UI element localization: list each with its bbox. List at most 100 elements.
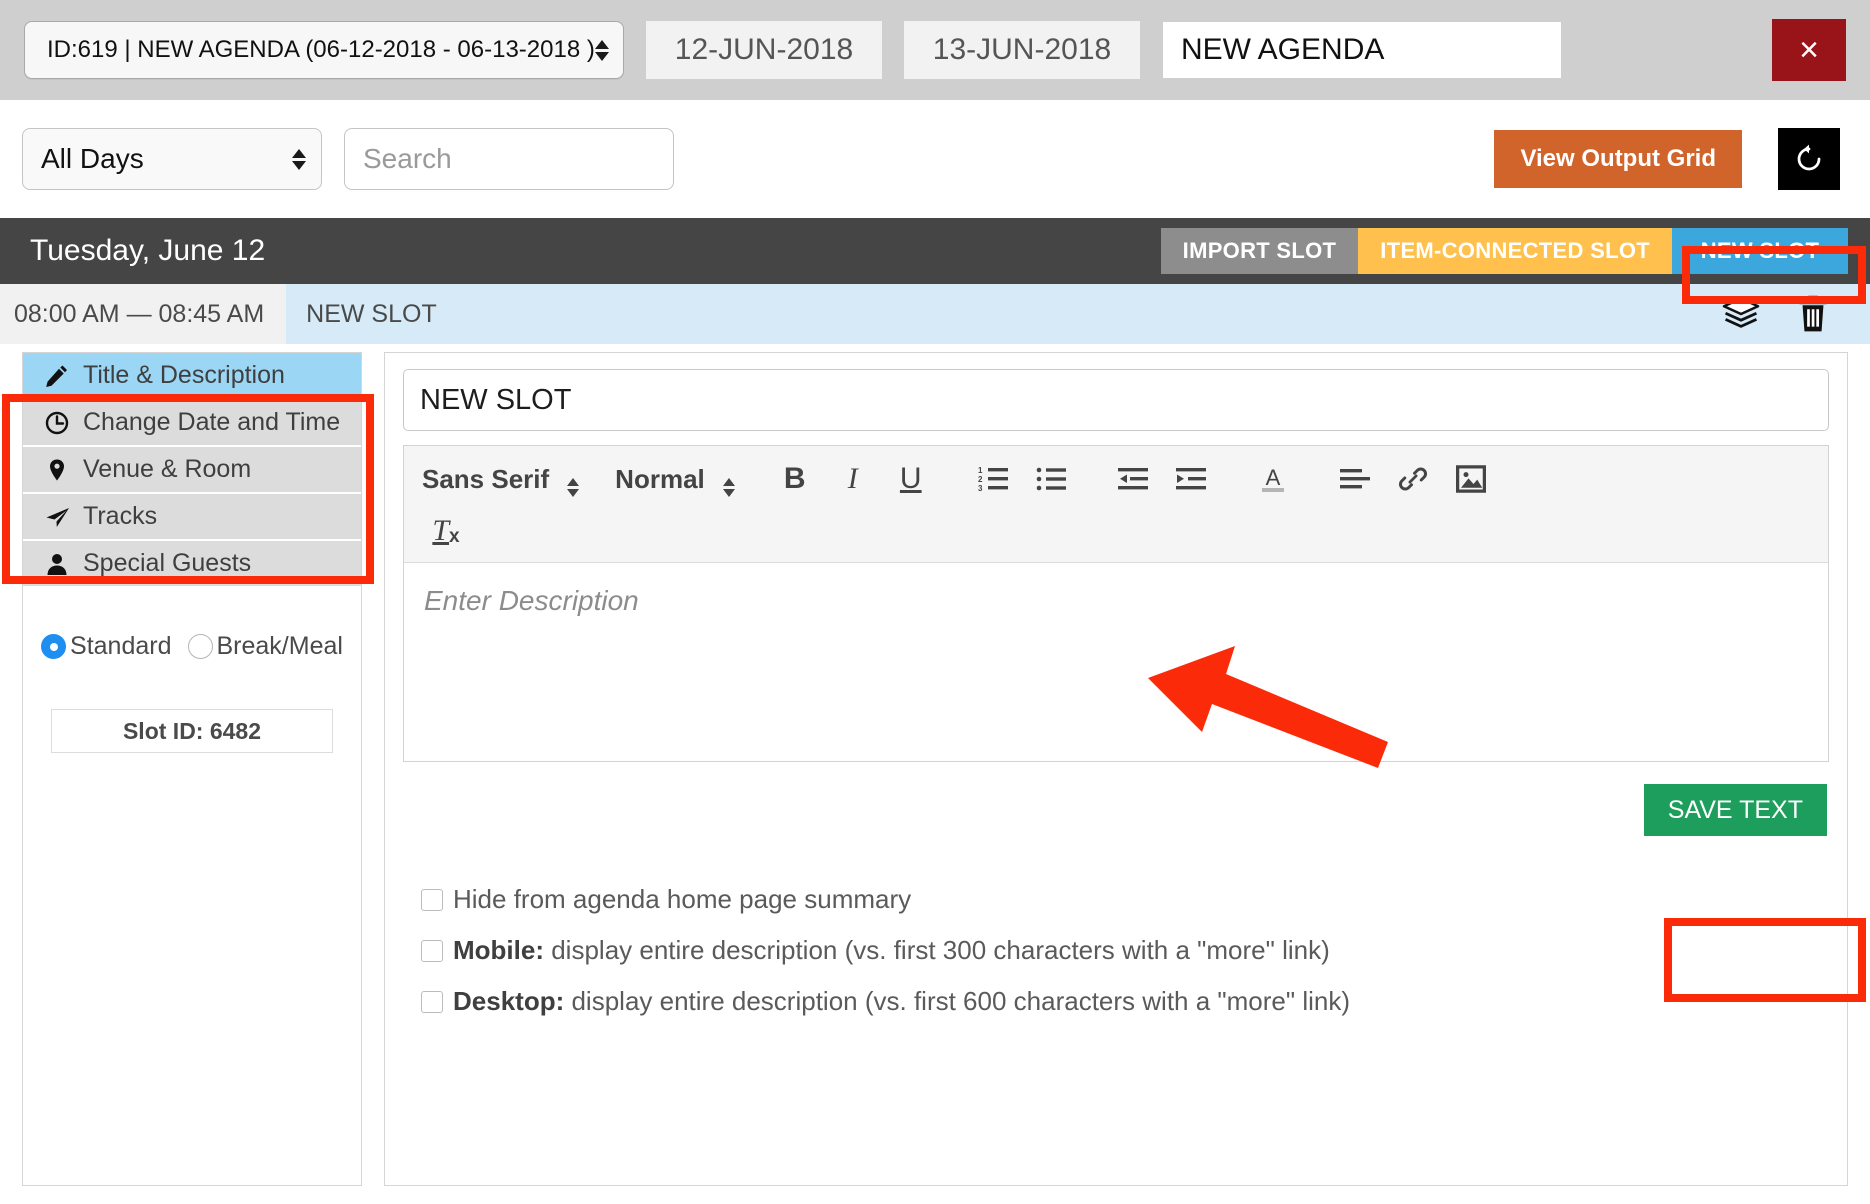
- align-button[interactable]: [1331, 458, 1379, 500]
- checkbox-label: Desktop: display entire description (vs.…: [453, 986, 1350, 1017]
- clear-formatting-letter: T: [432, 514, 450, 547]
- font-family-select[interactable]: Sans Serif: [422, 462, 581, 497]
- agenda-name-value: NEW AGENDA: [1181, 33, 1385, 66]
- sidebar-item-label: Change Date and Time: [83, 408, 341, 436]
- clear-formatting-button[interactable]: Tx: [422, 510, 470, 552]
- close-icon: ×: [1799, 31, 1819, 69]
- map-pin-icon: [45, 458, 75, 482]
- bold-icon: B: [783, 462, 806, 495]
- agenda-select-value: ID:619 | NEW AGENDA (06-12-2018 - 06-13-…: [47, 36, 595, 63]
- radio-break-meal-indicator: [187, 634, 213, 659]
- font-family-value: Sans Serif: [422, 463, 550, 494]
- checkbox-label-text: display entire description (vs. first 60…: [564, 986, 1351, 1016]
- slot-summary-row: 08:00 AM — 08:45 AM NEW SLOT: [0, 284, 1870, 344]
- start-date-value: 12-JUN-2018: [674, 33, 854, 66]
- start-date-field[interactable]: 12-JUN-2018: [646, 21, 882, 79]
- image-icon: [1455, 465, 1486, 493]
- search-placeholder: Search: [363, 143, 452, 174]
- agenda-name-input[interactable]: NEW AGENDA: [1162, 21, 1562, 79]
- search-input[interactable]: Search: [344, 128, 674, 190]
- close-button[interactable]: ×: [1772, 19, 1846, 81]
- checkbox-hide-from-summary[interactable]: Hide from agenda home page summary: [421, 884, 1829, 915]
- bullet-list-icon: [1036, 467, 1066, 491]
- slot-settings-sidebar: Title & Description Change Date and Time…: [22, 352, 362, 1186]
- chevron-updown-icon: [565, 462, 581, 497]
- italic-icon: I: [847, 462, 858, 495]
- bold-button[interactable]: B: [771, 458, 819, 500]
- image-button[interactable]: [1447, 458, 1495, 500]
- radio-break-meal[interactable]: Break/Meal: [187, 632, 343, 661]
- sidebar-item-tracks[interactable]: Tracks: [23, 494, 361, 541]
- chevron-updown-icon: [594, 39, 609, 61]
- ordered-list-button[interactable]: 1 2 3: [969, 458, 1017, 500]
- editor-toolbar: Sans Serif Normal B I U 1 2 3 A T x: [404, 446, 1828, 563]
- sidebar-item-change-date-time[interactable]: Change Date and Time: [23, 400, 361, 447]
- day-header-actions: IMPORT SLOT ITEM-CONNECTED SLOT NEW SLOT: [1160, 228, 1848, 274]
- display-options: Hide from agenda home page summary Mobil…: [403, 884, 1829, 1037]
- font-size-select[interactable]: Normal: [615, 462, 737, 497]
- item-connected-slot-label: ITEM-CONNECTED SLOT: [1380, 238, 1650, 263]
- sidebar-item-title-description[interactable]: Title & Description: [23, 353, 361, 400]
- text-color-button[interactable]: A: [1249, 458, 1297, 500]
- checkbox-label-strong: Mobile:: [453, 935, 544, 965]
- checkbox-label: Mobile: display entire description (vs. …: [453, 935, 1330, 966]
- rich-text-editor: Sans Serif Normal B I U 1 2 3 A T x Ente…: [403, 445, 1829, 762]
- user-icon: [45, 552, 75, 576]
- underline-button[interactable]: U: [887, 458, 935, 500]
- slot-name: NEW SLOT: [306, 299, 437, 328]
- days-select-value: All Days: [41, 143, 144, 174]
- sidebar-item-special-guests[interactable]: Special Guests: [23, 541, 361, 588]
- link-icon: [1398, 467, 1427, 491]
- checkbox-indicator: [421, 939, 443, 962]
- checkbox-desktop-full-description[interactable]: Desktop: display entire description (vs.…: [421, 986, 1829, 1017]
- radio-standard-indicator: [41, 634, 67, 659]
- sidebar-menu: Title & Description Change Date and Time…: [23, 353, 361, 588]
- radio-standard-label: Standard: [70, 632, 172, 660]
- checkbox-indicator: [421, 888, 443, 911]
- font-size-value: Normal: [615, 463, 705, 494]
- item-connected-slot-button[interactable]: ITEM-CONNECTED SLOT: [1358, 228, 1672, 274]
- svg-text:A: A: [1265, 465, 1280, 490]
- link-button[interactable]: [1389, 458, 1437, 500]
- agenda-select[interactable]: ID:619 | NEW AGENDA (06-12-2018 - 06-13-…: [24, 21, 624, 79]
- filter-toolbar: All Days Search View Output Grid: [0, 100, 1870, 218]
- new-slot-button[interactable]: NEW SLOT: [1672, 228, 1848, 274]
- sidebar-item-venue-room[interactable]: Venue & Room: [23, 447, 361, 494]
- slot-row-actions: [1720, 293, 1870, 335]
- sidebar-item-label: Title & Description: [83, 361, 285, 389]
- pencil-icon: [45, 364, 75, 388]
- outdent-button[interactable]: [1109, 458, 1157, 500]
- refresh-icon: [1797, 144, 1821, 171]
- end-date-field[interactable]: 13-JUN-2018: [904, 21, 1140, 79]
- svg-text:1: 1: [978, 466, 983, 475]
- checkbox-label: Hide from agenda home page summary: [453, 884, 912, 914]
- italic-button[interactable]: I: [829, 458, 877, 500]
- checkbox-mobile-full-description[interactable]: Mobile: display entire description (vs. …: [421, 935, 1829, 966]
- sidebar-item-label: Venue & Room: [83, 455, 252, 483]
- chevron-updown-icon: [291, 148, 307, 170]
- underline-icon: U: [899, 462, 922, 495]
- svg-text:2: 2: [978, 475, 983, 484]
- indent-button[interactable]: [1167, 458, 1215, 500]
- days-select[interactable]: All Days: [22, 128, 322, 190]
- save-text-button[interactable]: SAVE TEXT: [1643, 784, 1827, 836]
- view-output-grid-button[interactable]: View Output Grid: [1494, 130, 1742, 188]
- refresh-button[interactable]: [1778, 128, 1840, 190]
- bullet-list-button[interactable]: [1027, 458, 1075, 500]
- description-textarea[interactable]: Enter Description: [404, 563, 1828, 761]
- slot-id-badge: Slot ID: 6482: [51, 709, 333, 753]
- duplicate-slot-button[interactable]: [1720, 293, 1762, 335]
- save-text-label: SAVE TEXT: [1667, 795, 1803, 824]
- radio-standard[interactable]: Standard: [41, 632, 172, 661]
- slot-title-input[interactable]: NEW SLOT: [403, 369, 1829, 431]
- new-slot-label: NEW SLOT: [1700, 238, 1820, 263]
- import-slot-button[interactable]: IMPORT SLOT: [1160, 228, 1359, 274]
- delete-slot-button[interactable]: [1792, 293, 1834, 335]
- day-title: Tuesday, June 12: [30, 234, 266, 267]
- radio-break-meal-label: Break/Meal: [216, 632, 343, 660]
- chevron-updown-icon: [721, 462, 737, 497]
- slot-title-value: NEW SLOT: [420, 383, 572, 416]
- indent-icon: [1175, 468, 1206, 490]
- top-toolbar: ID:619 | NEW AGENDA (06-12-2018 - 06-13-…: [0, 0, 1870, 100]
- text-color-icon: A: [1261, 465, 1284, 492]
